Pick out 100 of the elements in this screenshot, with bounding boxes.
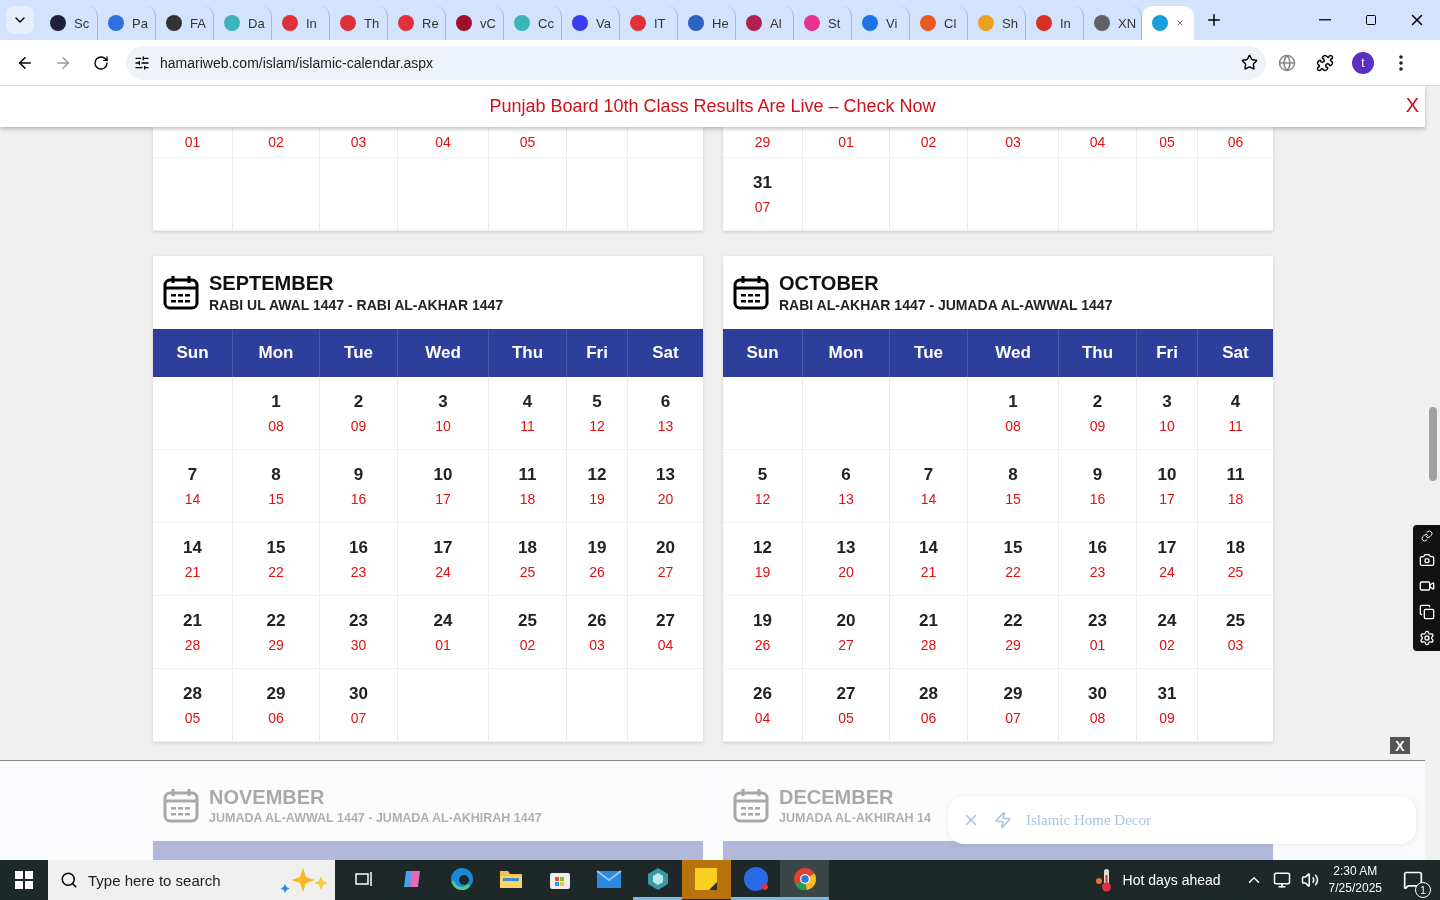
folder-icon: [498, 868, 523, 889]
settings-icon[interactable]: [1418, 630, 1435, 646]
hijri-date: 17: [435, 491, 451, 507]
cube-icon: [645, 866, 670, 891]
minimize-icon: [1319, 19, 1331, 21]
hijri-date: 29: [754, 134, 771, 150]
hijri-date: 03: [350, 134, 367, 150]
day-number: 22: [266, 611, 286, 631]
day-number: 19: [753, 611, 772, 631]
weekday-label: Sun: [153, 329, 233, 377]
date-text: 7/25/2025: [1328, 880, 1382, 897]
puzzle-icon: [1316, 53, 1334, 72]
weather-text[interactable]: Hot days ahead: [1122, 872, 1221, 888]
profile-button[interactable]: t: [1346, 45, 1380, 80]
hijri-date: 24: [1159, 564, 1175, 580]
camera-icon[interactable]: [1418, 552, 1435, 568]
hijri-date: 24: [435, 564, 451, 580]
hijri-date: 04: [754, 710, 771, 726]
day-number: 14: [183, 538, 202, 558]
link-icon[interactable]: [1420, 530, 1433, 542]
browser-tab[interactable]: [1142, 6, 1194, 40]
day-number: 1: [271, 392, 281, 412]
day-number: 19: [587, 538, 607, 558]
day-number: 2: [1092, 392, 1103, 412]
hijri-date: 13: [657, 418, 674, 434]
hijri-date: 04: [1089, 134, 1106, 150]
weekday-label: Thu: [489, 329, 567, 377]
video-icon[interactable]: [1418, 578, 1435, 594]
address-bar[interactable]: hamariweb.com/islam/islamic-calendar.aspx: [126, 45, 1266, 80]
hijri-date: 16: [1089, 491, 1106, 507]
weekday-label: Wed: [968, 329, 1059, 377]
day-number: 16: [349, 538, 368, 558]
tab-search-button[interactable]: [6, 6, 34, 34]
scrollbar-thumb[interactable]: [1428, 407, 1437, 481]
tab-title: vC: [480, 15, 496, 31]
day-number: 7: [923, 465, 934, 485]
day-number: 18: [1226, 538, 1245, 558]
weekday-label: Mon: [233, 329, 320, 377]
day-number: 21: [183, 611, 202, 631]
weekday-label: Wed: [398, 329, 489, 377]
hijri-date: 27: [657, 564, 674, 580]
day-number: 8: [1008, 465, 1018, 485]
banner-close-button[interactable]: X: [1401, 94, 1423, 117]
day-number: 26: [753, 684, 772, 704]
notification-button[interactable]: 1: [1398, 865, 1428, 895]
day-number: 13: [656, 465, 675, 485]
tab-title: St: [828, 15, 841, 31]
weekday-label: Fri: [567, 329, 628, 377]
bookmark-icon[interactable]: [1241, 54, 1258, 71]
hijri-date: 05: [838, 710, 854, 726]
hijri-date: 04: [435, 134, 451, 150]
day-number: 29: [266, 684, 286, 704]
month-title: OCTOBER: [779, 272, 880, 295]
search-placeholder: Type here to search: [88, 871, 222, 889]
day-number: 12: [587, 465, 607, 485]
hijri-date: 02: [268, 134, 284, 150]
hijri-date: 06: [920, 710, 937, 726]
tab-title: Cl: [944, 15, 957, 31]
tab-title: Cc: [538, 15, 554, 31]
hijri-date: 08: [1005, 418, 1021, 434]
weekday-label: Fri: [1137, 329, 1198, 377]
day-number: 10: [1157, 465, 1177, 485]
hijri-date: 18: [1227, 491, 1244, 507]
network-icon[interactable]: [1272, 871, 1291, 889]
hijri-date: 22: [1005, 564, 1021, 580]
taskbar-search-field[interactable]: Type here to search: [48, 860, 335, 900]
hijri-date: 05: [1159, 134, 1175, 150]
hijri-date: 07: [754, 199, 771, 215]
volume-icon[interactable]: [1300, 871, 1319, 889]
hijri-date: 01: [1089, 637, 1106, 653]
hijri-months: JUMADA AL-AWWAL 1447 - JUMADA AL-AKHIRAH 1447: [209, 811, 542, 826]
hijri-date: 26: [754, 637, 771, 653]
search-icon: [60, 871, 78, 889]
hijri-date: 15: [268, 491, 284, 507]
day-number: 3: [1162, 392, 1172, 412]
hijri-date: 15: [1005, 491, 1021, 507]
hijri-date: 21: [184, 564, 201, 580]
hijri-date: 25: [519, 564, 536, 580]
hijri-date: 23: [350, 564, 367, 580]
hijri-months: RABI UL AWAL 1447 - RABI AL-AKHAR 1447: [209, 297, 504, 313]
day-number: 22: [1003, 611, 1023, 631]
day-number: 31: [1157, 684, 1177, 704]
tab-title: He: [712, 15, 729, 31]
day-number: 20: [656, 538, 675, 558]
message-icon: [1403, 870, 1423, 890]
announcement-link[interactable]: Punjab Board 10th Class Results Are Live – Check Now: [489, 96, 936, 117]
plus-icon: [1205, 11, 1223, 29]
ad-close-button[interactable]: X: [1390, 737, 1410, 754]
site-settings-icon[interactable]: [134, 54, 150, 71]
hijri-date: 14: [184, 491, 201, 507]
hijri-date: 04: [657, 637, 674, 653]
hijri-date: 09: [350, 418, 367, 434]
day-number: 30: [349, 684, 368, 704]
day-number: 5: [592, 392, 602, 412]
taskbar-app[interactable]: [780, 860, 829, 900]
calendar-icon: [733, 274, 769, 311]
clock[interactable]: 2:30 AM 7/25/2025: [1328, 863, 1382, 897]
tab-title: IT: [654, 15, 666, 31]
taskbar-app[interactable]: [682, 860, 731, 900]
day-number: 18: [518, 538, 537, 558]
